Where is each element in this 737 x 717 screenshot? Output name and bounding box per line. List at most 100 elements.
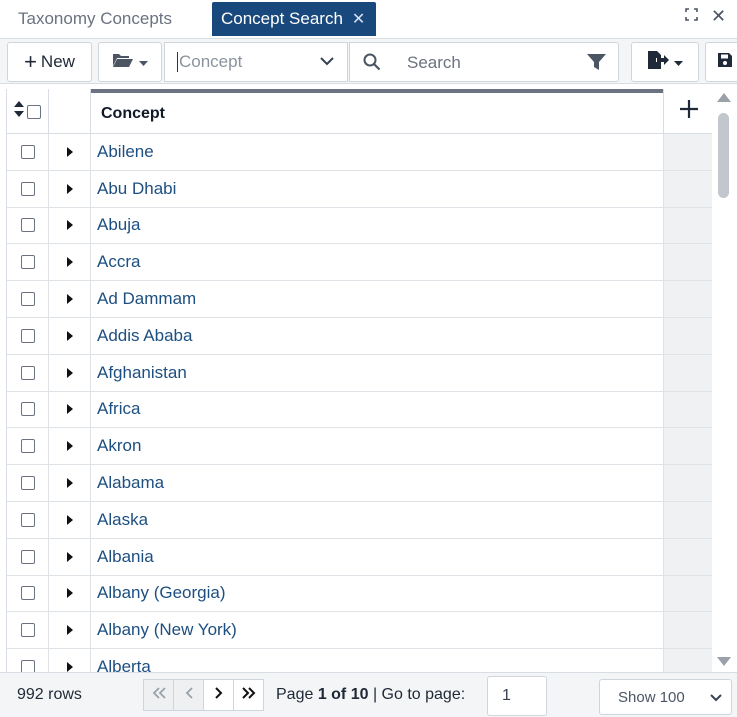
row-checkbox[interactable]: [20, 512, 35, 527]
column-header-concept[interactable]: Concept: [91, 89, 663, 134]
expand-caret-icon[interactable]: [66, 514, 73, 525]
concept-name: Ad Dammam: [97, 289, 197, 309]
expand-caret-icon[interactable]: [66, 294, 73, 305]
row-extra-cell: [663, 134, 712, 170]
concept-link[interactable]: Albania: [91, 539, 663, 575]
page-prefix: Page: [276, 686, 318, 703]
filter-icon[interactable]: [587, 54, 606, 76]
maximize-icon[interactable]: [685, 8, 698, 25]
row-checkbox[interactable]: [20, 255, 35, 270]
close-panel-icon[interactable]: ✕: [711, 6, 726, 27]
concept-link[interactable]: Albany (New York): [91, 612, 663, 648]
expand-caret-icon[interactable]: [66, 220, 73, 231]
expand-caret-icon[interactable]: [66, 330, 73, 341]
open-folder-menu-button[interactable]: [98, 42, 162, 82]
concept-link[interactable]: Alaska: [91, 502, 663, 538]
first-page-button[interactable]: [143, 679, 174, 711]
row-select-cell: [7, 538, 49, 575]
concept-link[interactable]: Abilene: [91, 134, 663, 170]
expand-caret-icon[interactable]: [66, 404, 73, 415]
table-row[interactable]: Alberta: [7, 649, 712, 672]
export-menu-button[interactable]: [631, 42, 699, 82]
new-button[interactable]: + New: [7, 42, 92, 82]
tab-taxonomy-concepts[interactable]: Taxonomy Concepts: [18, 2, 172, 36]
row-checkbox[interactable]: [20, 328, 35, 343]
row-expand-cell: [49, 170, 91, 207]
last-page-button[interactable]: [233, 679, 264, 711]
expand-caret-icon[interactable]: [66, 257, 73, 268]
expand-caret-icon[interactable]: [66, 441, 73, 452]
table-row[interactable]: Abu Dhabi: [7, 170, 712, 208]
row-checkbox[interactable]: [20, 365, 35, 380]
table-row[interactable]: Accra: [7, 244, 712, 282]
concept-link[interactable]: Albany (Georgia): [91, 576, 663, 612]
row-checkbox[interactable]: [20, 402, 35, 417]
expand-caret-icon[interactable]: [66, 478, 73, 489]
table-row[interactable]: Ad Dammam: [7, 281, 712, 318]
concept-link[interactable]: Abuja: [91, 208, 663, 244]
row-expand-cell: [49, 281, 91, 317]
concept-link[interactable]: Alberta: [91, 649, 663, 672]
concept-link[interactable]: Abu Dhabi: [91, 171, 663, 207]
add-column-button[interactable]: [663, 89, 712, 134]
concept-link[interactable]: Akron: [91, 428, 663, 464]
goto-page-input[interactable]: [487, 676, 547, 716]
row-checkbox[interactable]: [20, 181, 35, 196]
expand-caret-icon[interactable]: [66, 662, 73, 672]
row-checkbox[interactable]: [20, 549, 35, 564]
row-select-cell: [7, 354, 49, 391]
table-row[interactable]: Alabama: [7, 465, 712, 502]
concept-link[interactable]: Ad Dammam: [91, 281, 663, 317]
header-expand-cell: [49, 89, 91, 134]
concept-link[interactable]: Addis Ababa: [91, 318, 663, 354]
expand-caret-icon[interactable]: [66, 551, 73, 562]
row-checkbox[interactable]: [20, 586, 35, 601]
concept-type-select[interactable]: Concept: [164, 42, 348, 82]
scroll-down-arrow-icon[interactable]: [717, 657, 731, 666]
concept-link[interactable]: Alabama: [91, 465, 663, 501]
concept-grid: Concept Abilene Abu Dhabi Abuja Accra Ad Dam…: [6, 89, 712, 672]
table-row[interactable]: Akron: [7, 428, 712, 466]
concept-link[interactable]: Afghanistan: [91, 355, 663, 391]
table-row[interactable]: Abuja: [7, 207, 712, 245]
row-checkbox[interactable]: [20, 476, 35, 491]
sort-icon[interactable]: [14, 101, 24, 122]
scrollbar-thumb[interactable]: [718, 113, 729, 198]
table-row[interactable]: Albany (Georgia): [7, 575, 712, 613]
search-input[interactable]: [405, 51, 575, 75]
vertical-scrollbar[interactable]: [713, 89, 735, 672]
expand-caret-icon[interactable]: [66, 588, 73, 599]
concept-link[interactable]: Accra: [91, 244, 663, 280]
table-row[interactable]: Albania: [7, 538, 712, 576]
select-all-checkbox[interactable]: [27, 104, 41, 119]
tab-concept-search[interactable]: Concept Search ✕: [212, 2, 376, 36]
row-select-cell: [7, 281, 49, 317]
next-page-button[interactable]: [203, 679, 234, 711]
expand-caret-icon[interactable]: [66, 183, 73, 194]
row-extra-cell: [663, 538, 712, 575]
table-row[interactable]: Addis Ababa: [7, 317, 712, 355]
scroll-up-arrow-icon[interactable]: [717, 93, 731, 102]
expand-caret-icon[interactable]: [66, 367, 73, 378]
row-checkbox[interactable]: [20, 660, 35, 672]
table-row[interactable]: Abilene: [7, 134, 712, 171]
row-checkbox[interactable]: [20, 439, 35, 454]
page-current: 1 of 10: [317, 686, 369, 703]
concept-link[interactable]: Africa: [91, 392, 663, 428]
table-row[interactable]: Africa: [7, 391, 712, 429]
row-checkbox[interactable]: [20, 292, 35, 307]
table-row[interactable]: Alaska: [7, 501, 712, 539]
row-expand-cell: [49, 207, 91, 244]
table-row[interactable]: Afghanistan: [7, 354, 712, 392]
save-button[interactable]: [705, 42, 737, 82]
expand-caret-icon[interactable]: [66, 625, 73, 636]
expand-caret-icon[interactable]: [66, 146, 73, 157]
close-tab-icon[interactable]: ✕: [352, 9, 365, 29]
previous-page-button[interactable]: [173, 679, 204, 711]
row-checkbox[interactable]: [20, 623, 35, 638]
page-size-select[interactable]: Show 100: [599, 679, 732, 715]
row-checkbox[interactable]: [20, 144, 35, 159]
row-select-cell: [7, 575, 49, 612]
table-row[interactable]: Albany (New York): [7, 612, 712, 650]
row-checkbox[interactable]: [20, 218, 35, 233]
